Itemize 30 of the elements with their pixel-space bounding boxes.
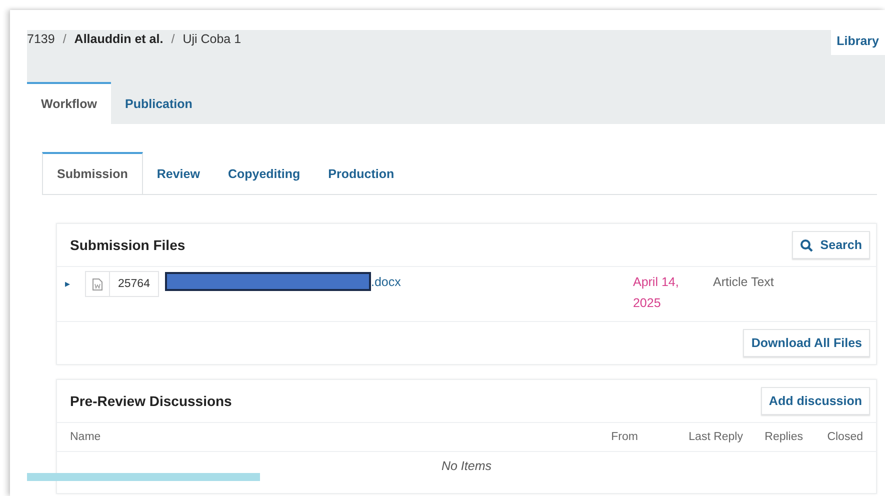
- library-button[interactable]: Library: [830, 30, 885, 55]
- file-type: Article Text: [712, 274, 774, 291]
- breadcrumb-separator: /: [62, 32, 66, 46]
- stage-tab[interactable]: Copyediting: [214, 152, 314, 194]
- column-header: Last Reply: [688, 431, 743, 443]
- stage-tab[interactable]: Production: [314, 152, 408, 194]
- breadcrumb-separator: /: [171, 32, 175, 46]
- expand-toggle[interactable]: ▸: [65, 278, 85, 290]
- submission-id: 7139: [27, 32, 55, 46]
- document-icon: [92, 278, 103, 290]
- author-names: Allauddin et al.: [74, 32, 164, 46]
- column-header: Name: [70, 431, 102, 443]
- tab[interactable]: Publication: [111, 82, 206, 124]
- panel-title: Submission Files: [70, 237, 186, 253]
- search-icon: [800, 238, 814, 252]
- tab[interactable]: Workflow: [27, 82, 112, 124]
- empty-message: No Items: [441, 459, 492, 473]
- column-header: Replies: [764, 431, 803, 443]
- column-header: Closed: [826, 431, 863, 443]
- stage-tab[interactable]: Review: [142, 152, 214, 194]
- search-button[interactable]: Search: [792, 231, 870, 259]
- column-header: From: [610, 431, 638, 443]
- panel-title: Pre-Review Discussions: [70, 393, 232, 409]
- file-name-link[interactable]: .docx: [370, 274, 401, 288]
- submission-title: Uji Coba 1: [182, 32, 242, 46]
- file-id: 25764: [117, 278, 151, 290]
- stage-tab[interactable]: Submission: [42, 152, 143, 194]
- file-date: April 14, 2025: [632, 274, 680, 312]
- download-all-button[interactable]: Download All Files: [743, 329, 870, 357]
- add-discussion-button[interactable]: Add discussion: [760, 387, 870, 415]
